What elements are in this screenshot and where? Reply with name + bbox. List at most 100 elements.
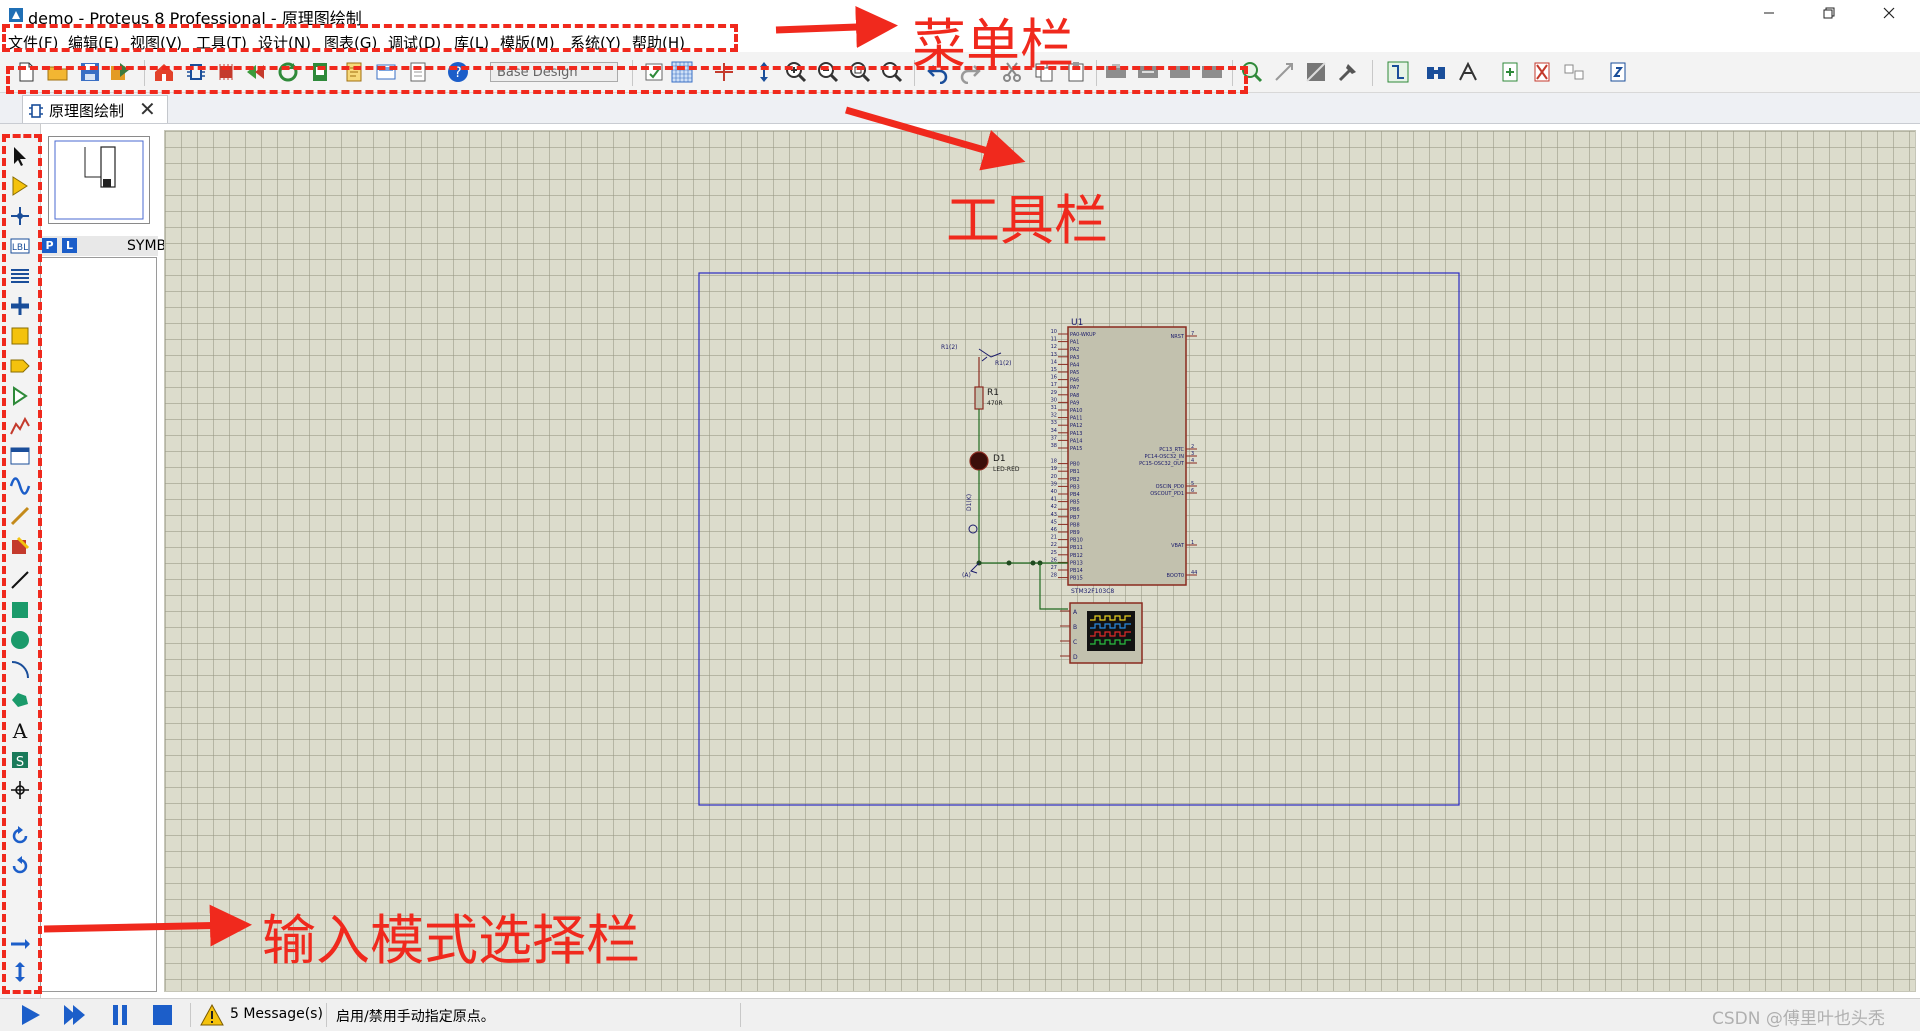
pin-name: PA15 — [1070, 446, 1082, 452]
pin-name: NRST — [1171, 334, 1185, 340]
pin-name: PB3 — [1070, 484, 1080, 490]
search-icon[interactable] — [1424, 60, 1448, 84]
pin-name: PC14-OSC32_IN — [1145, 454, 1185, 460]
pin-name: PB6 — [1070, 507, 1080, 513]
pin-name: PA12 — [1070, 423, 1082, 429]
pin-number: 19 — [1051, 466, 1057, 472]
pin-name: PB2 — [1070, 477, 1080, 483]
r1-value: 470R — [987, 400, 1003, 407]
pin-name: PB0 — [1070, 462, 1080, 468]
pin-number: 32 — [1051, 413, 1057, 419]
pin-number: 5 — [1191, 481, 1194, 487]
annotation-menubar-label: 菜单栏 — [912, 13, 1074, 76]
ground-label: (A) — [962, 572, 971, 579]
oscilloscope[interactable]: A B C D — [1060, 602, 1143, 664]
overview-window[interactable] — [48, 136, 150, 224]
messages-count: 5 Message(s) — [230, 1006, 323, 1022]
pin-name: PA11 — [1070, 416, 1082, 422]
pin-number: 14 — [1051, 359, 1057, 365]
pin-number: 10 — [1051, 329, 1057, 335]
library-manager-button[interactable]: L — [62, 238, 77, 253]
overview-preview — [54, 140, 144, 220]
pin-number: 18 — [1051, 459, 1057, 465]
pin-number: 30 — [1051, 397, 1057, 403]
pin-number: 34 — [1051, 428, 1057, 434]
schematic-canvas[interactable]: U1 STM32F103C8 10 PA0-WKUP 11 PA1 12 PA2 13 PA3… — [164, 130, 1916, 992]
pin-name: PA4 — [1070, 362, 1079, 368]
device-panel-header: P L SYMBOLS — [40, 236, 194, 256]
schematic-icon — [29, 104, 43, 118]
pin-number: 29 — [1051, 390, 1057, 396]
pin-number: 39 — [1051, 481, 1057, 487]
netlist-icon[interactable] — [1606, 60, 1630, 84]
channel-label: B — [1073, 624, 1077, 631]
tab-schematic-capture[interactable]: 原理图绘制 ✕ — [22, 95, 168, 123]
mcu-u1[interactable]: U1 STM32F103C8 10 PA0-WKUP11 PA112 PA213 PA3… — [1051, 318, 1198, 595]
pin-number: 27 — [1051, 565, 1057, 571]
status-separator — [326, 1003, 327, 1027]
minimize-button[interactable] — [1746, 0, 1792, 30]
pin-name: BOOT0 — [1167, 573, 1184, 579]
messages-indicator[interactable]: 5 Message(s) — [200, 1003, 323, 1030]
package-tool-icon[interactable] — [1304, 60, 1328, 84]
pick-parts-button[interactable]: P — [42, 238, 57, 253]
decompose-icon[interactable] — [1336, 60, 1360, 84]
annotation-menubar-box — [2, 24, 738, 52]
make-device-icon[interactable] — [1272, 60, 1296, 84]
led-d1[interactable]: D1 LED-RED D1(K) — [966, 451, 1020, 563]
scope-channel: C — [1060, 639, 1077, 646]
wire-autorouter-icon[interactable] — [1386, 60, 1410, 84]
pin-number: 40 — [1051, 489, 1057, 495]
pin-name: PB8 — [1070, 522, 1080, 528]
pin-number: 45 — [1051, 519, 1057, 525]
step-icon[interactable] — [60, 1002, 88, 1028]
pin-number: 41 — [1051, 497, 1057, 503]
pin-number: 38 — [1051, 443, 1057, 449]
scope-channel: A — [1060, 609, 1078, 616]
pin-name: PB5 — [1070, 500, 1080, 506]
pin-number: 3 — [1191, 451, 1194, 457]
minimize-icon — [1764, 12, 1774, 14]
goto-child-icon[interactable] — [1562, 60, 1586, 84]
pin-number: 20 — [1051, 474, 1057, 480]
play-icon[interactable] — [16, 1002, 44, 1028]
property-tool-icon[interactable] — [1456, 60, 1480, 84]
device-list[interactable] — [40, 257, 157, 992]
pin-name: PA2 — [1070, 347, 1079, 353]
pin-name: PB12 — [1070, 553, 1083, 559]
remove-sheet-icon[interactable] — [1530, 60, 1554, 84]
probe-label: R1(2) — [995, 360, 1012, 367]
probe-label: D1(K) — [966, 494, 973, 511]
pin-name: PA5 — [1070, 370, 1079, 376]
annotation-toolbar-label: 工具栏 — [946, 189, 1108, 252]
r1-ref: R1 — [987, 388, 999, 398]
pin-number: 16 — [1051, 375, 1057, 381]
new-sheet-icon[interactable] — [1498, 60, 1522, 84]
proteus-app-icon — [9, 8, 23, 22]
channel-label: C — [1073, 639, 1077, 646]
pin-name: PA0-WKUP — [1070, 332, 1096, 338]
pin-name: PA3 — [1070, 355, 1079, 361]
pin-number: 4 — [1191, 458, 1194, 464]
pin-number: 28 — [1051, 573, 1057, 579]
pin-name: PA7 — [1070, 385, 1079, 391]
pin-number: 33 — [1051, 420, 1057, 426]
pin-number: 7 — [1191, 331, 1194, 337]
resistor-r1[interactable]: R1(2) R1(2) R1 470R — [941, 344, 1012, 451]
tab-close-button[interactable]: ✕ — [139, 97, 156, 121]
pin-number: 31 — [1051, 405, 1057, 411]
d1-value: LED-RED — [993, 466, 1020, 473]
channel-label: D — [1073, 654, 1078, 661]
close-window-button[interactable] — [1866, 0, 1912, 30]
pin-name: PC13_RTC — [1159, 447, 1184, 453]
pin-number: 25 — [1051, 550, 1057, 556]
warning-icon — [200, 1003, 224, 1026]
stop-icon[interactable] — [148, 1002, 176, 1028]
pin-name: PC15-OSC32_OUT — [1139, 461, 1185, 467]
pin-name: PA10 — [1070, 408, 1082, 414]
restore-button[interactable] — [1806, 0, 1852, 30]
scope-channel: D — [1060, 654, 1078, 661]
pin-number: 22 — [1051, 542, 1057, 548]
scope-channel: B — [1060, 624, 1077, 631]
pause-icon[interactable] — [106, 1002, 134, 1028]
